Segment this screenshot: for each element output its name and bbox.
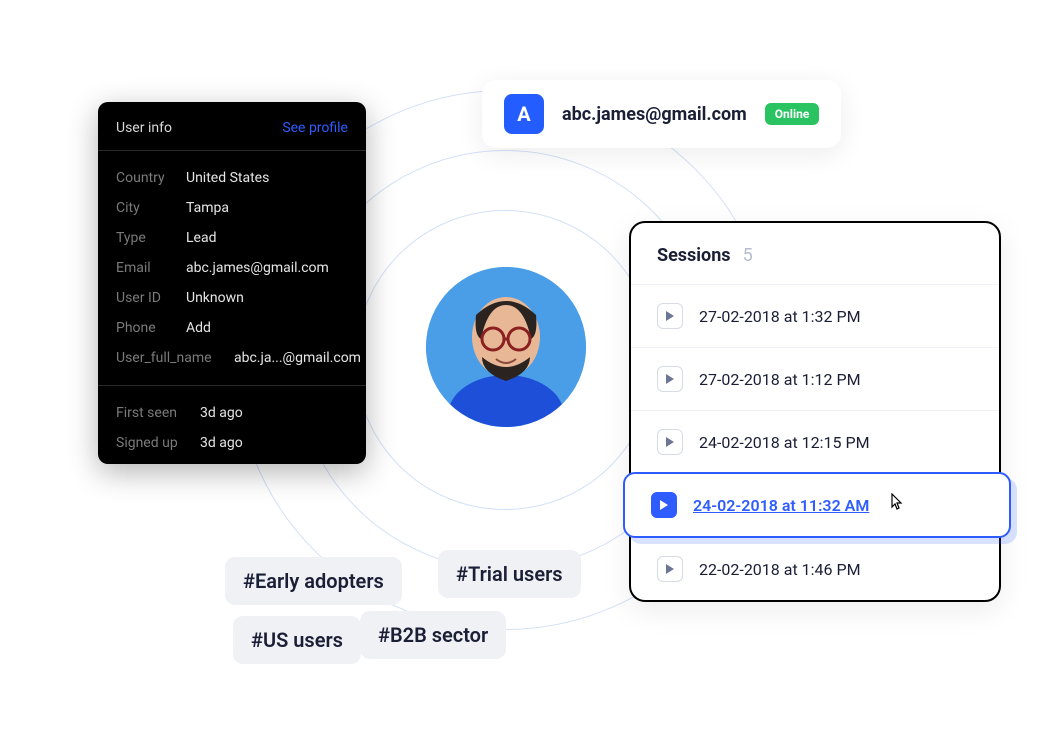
session-row-active[interactable]: 24-02-2018 at 11:32 AM [623,472,1011,538]
tag-early-adopters[interactable]: #Early adopters [225,557,402,605]
field-label-firstseen: First seen [116,405,186,421]
play-button[interactable] [651,492,677,518]
field-label-country: Country [116,170,172,186]
tag-trial-users[interactable]: #Trial users [438,550,581,598]
field-label-fullname: User_full_name [116,350,220,366]
play-button[interactable] [657,303,683,329]
field-label-signedup: Signed up [116,435,186,451]
user-info-card: User info See profile Country United Sta… [98,102,366,464]
session-row[interactable]: 24-02-2018 at 12:15 PM [631,410,999,473]
field-value-email: abc.james@gmail.com [186,260,329,276]
play-icon [659,500,669,510]
avatar-illustration [426,267,586,427]
session-label: 22-02-2018 at 1:46 PM [699,560,861,579]
session-label: 27-02-2018 at 1:12 PM [699,370,861,389]
session-row[interactable]: 22-02-2018 at 1:46 PM [631,537,999,600]
tag-b2b-sector[interactable]: #B2B sector [360,611,506,659]
session-label: 24-02-2018 at 11:32 AM [693,496,869,515]
field-value-city: Tampa [186,200,229,216]
session-label: 27-02-2018 at 1:32 PM [699,307,861,326]
field-label-type: Type [116,230,172,246]
field-value-phone[interactable]: Add [186,320,211,336]
field-label-userid: User ID [116,290,172,306]
play-button[interactable] [657,366,683,392]
field-value-userid: Unknown [186,290,244,306]
sessions-count: 5 [743,245,753,266]
play-icon [665,564,675,574]
play-icon [665,374,675,384]
cursor-pointer-icon [889,493,905,517]
play-icon [665,437,675,447]
avatar [426,267,586,427]
field-value-country: United States [186,170,269,186]
user-header: A abc.james@gmail.com Online [482,80,841,148]
field-label-phone: Phone [116,320,172,336]
play-button[interactable] [657,429,683,455]
session-row[interactable]: 27-02-2018 at 1:12 PM [631,347,999,410]
field-value-type: Lead [186,230,216,246]
play-icon [665,311,675,321]
avatar-initial: A [504,94,544,134]
user-info-title: User info [116,120,172,136]
field-value-firstseen: 3d ago [200,405,243,421]
user-email: abc.james@gmail.com [562,104,747,125]
field-label-email: Email [116,260,172,276]
sessions-card: Sessions 5 27-02-2018 at 1:32 PM 27-02-2… [629,221,1001,602]
see-profile-link[interactable]: See profile [282,120,348,136]
sessions-title: Sessions [657,245,731,266]
status-badge: Online [765,103,820,125]
play-button[interactable] [657,556,683,582]
field-value-signedup: 3d ago [200,435,243,451]
field-value-fullname: abc.ja...@gmail.com [234,350,361,366]
session-row[interactable]: 27-02-2018 at 1:32 PM [631,284,999,347]
field-label-city: City [116,200,172,216]
session-label: 24-02-2018 at 12:15 PM [699,433,870,452]
tag-us-users[interactable]: #US users [233,616,361,664]
